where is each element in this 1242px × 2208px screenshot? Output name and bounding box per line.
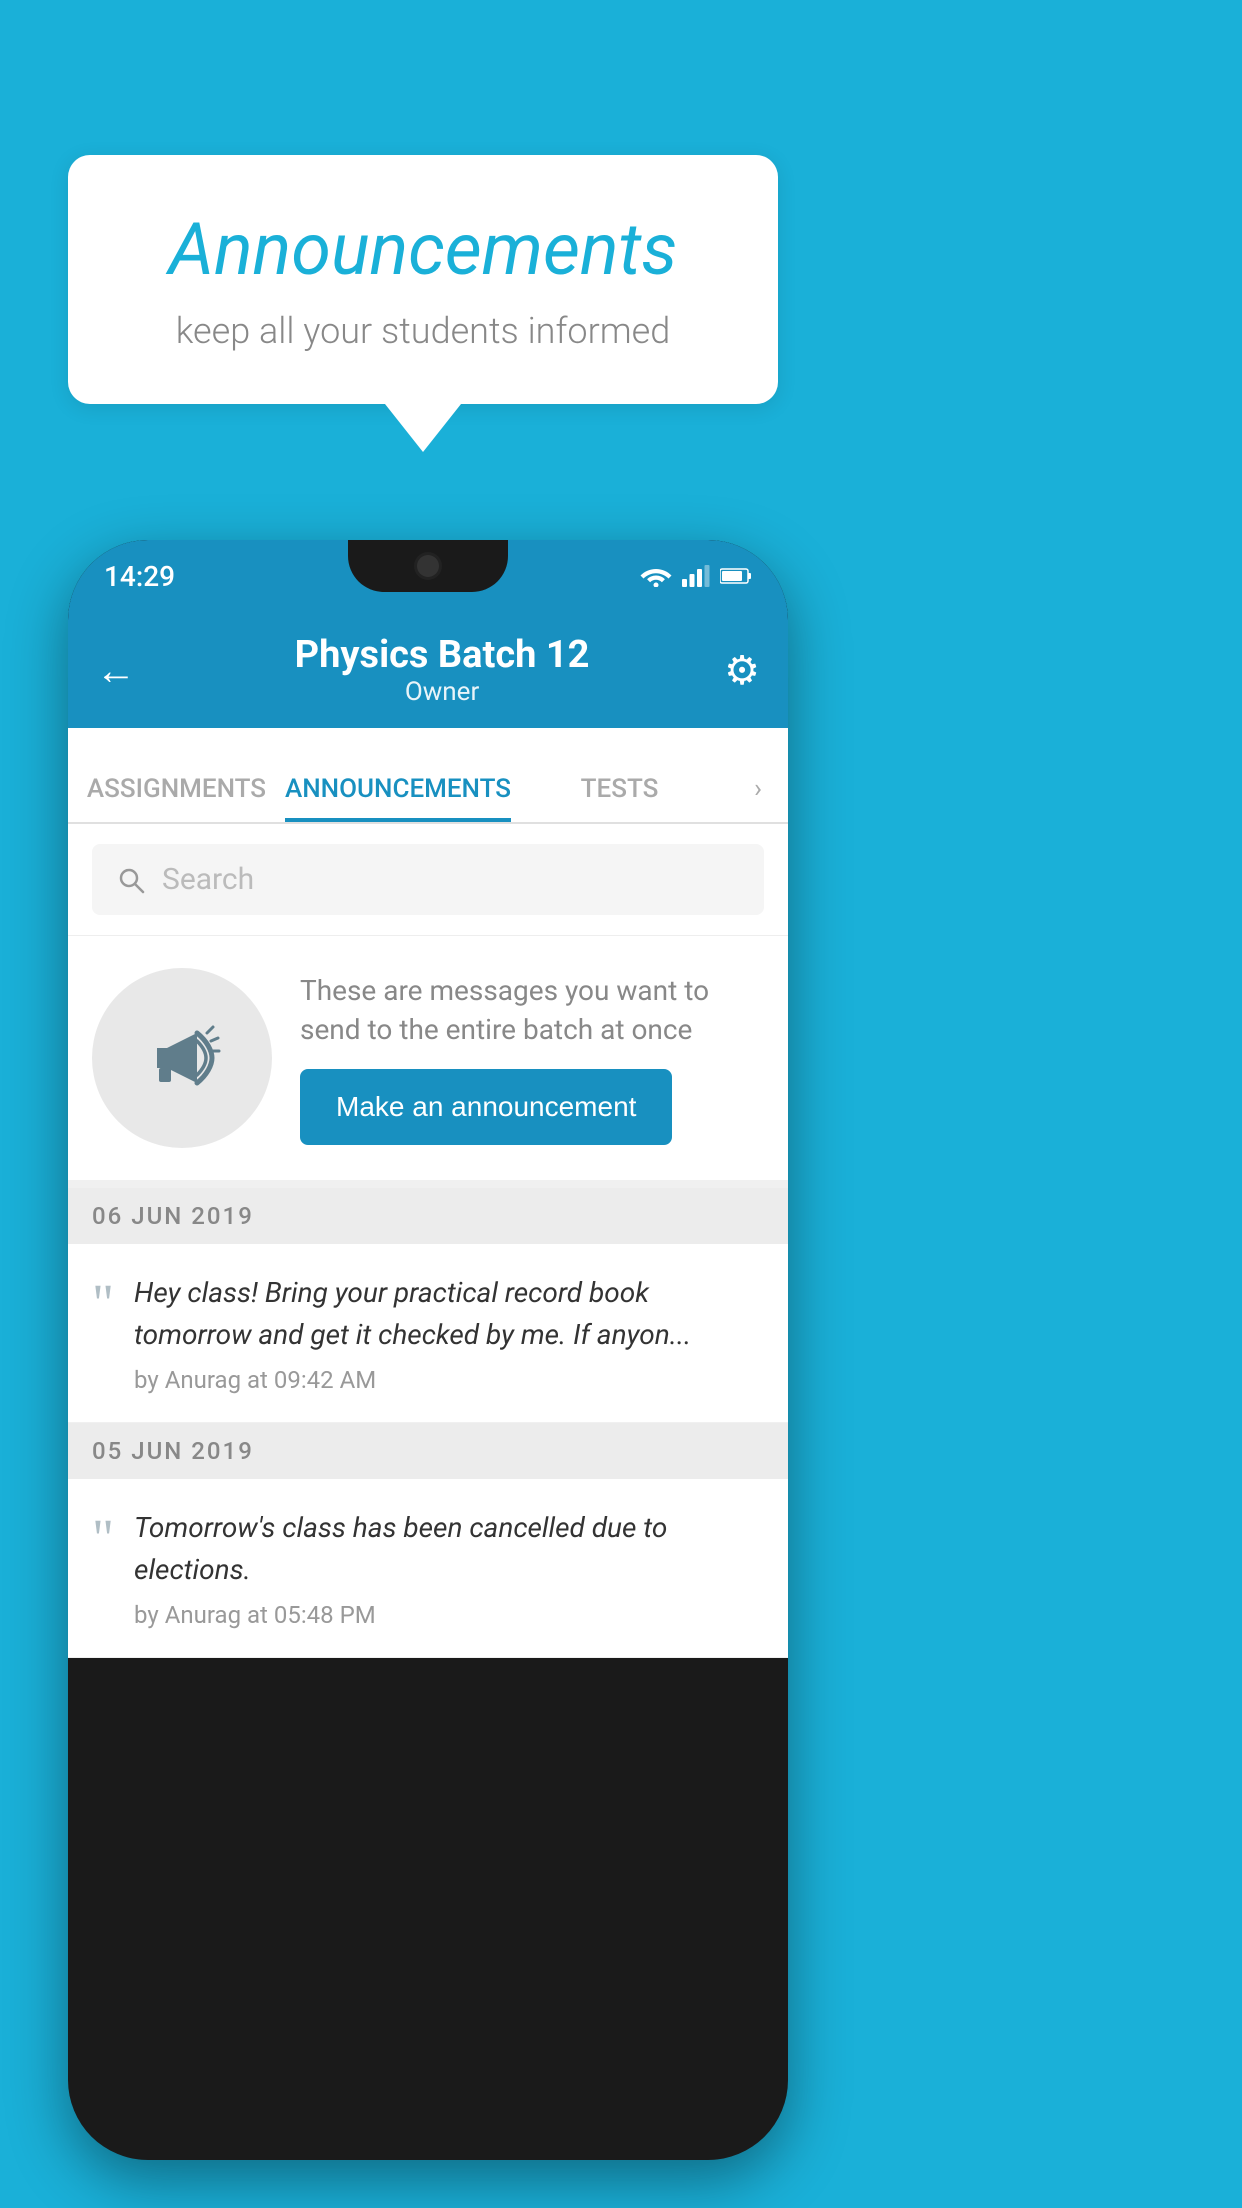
quote-icon-2: " xyxy=(92,1511,114,1565)
announcement-text-2: Tomorrow's class has been cancelled due … xyxy=(134,1507,764,1591)
header-center: Physics Batch 12 Owner xyxy=(160,633,724,707)
tab-assignments[interactable]: ASSIGNMENTS xyxy=(68,774,285,822)
announcement-content-1: Hey class! Bring your practical record b… xyxy=(134,1272,764,1394)
phone-frame: 14:29 xyxy=(68,540,788,2160)
announcement-prompt: These are messages you want to send to t… xyxy=(68,936,788,1188)
notch xyxy=(348,540,508,592)
status-icons xyxy=(640,565,752,587)
date-separator-1: 06 JUN 2019 xyxy=(68,1188,788,1244)
megaphone-icon xyxy=(137,1013,227,1103)
announcement-meta-1: by Anurag at 09:42 AM xyxy=(134,1366,764,1394)
status-bar: 14:29 xyxy=(68,540,788,612)
announcement-right: These are messages you want to send to t… xyxy=(300,971,764,1145)
announcement-text-1: Hey class! Bring your practical record b… xyxy=(134,1272,764,1356)
announcement-meta-2: by Anurag at 05:48 PM xyxy=(134,1601,764,1629)
speech-bubble-container: Announcements keep all your students inf… xyxy=(68,155,778,452)
megaphone-circle xyxy=(92,968,272,1148)
speech-bubble-pointer xyxy=(385,404,461,452)
speech-bubble: Announcements keep all your students inf… xyxy=(68,155,778,404)
header-subtitle: Owner xyxy=(160,677,724,707)
phone-screen: 14:29 xyxy=(68,540,788,2160)
search-container: Search xyxy=(68,824,788,936)
announcement-item-2[interactable]: " Tomorrow's class has been cancelled du… xyxy=(68,1479,788,1658)
header-title: Physics Batch 12 xyxy=(160,633,724,677)
announcement-description: These are messages you want to send to t… xyxy=(300,971,764,1049)
search-placeholder: Search xyxy=(162,862,254,897)
speech-bubble-subtitle: keep all your students informed xyxy=(116,310,730,352)
search-icon xyxy=(116,865,146,895)
tab-announcements[interactable]: ANNOUNCEMENTS xyxy=(285,774,511,822)
tab-more[interactable]: › xyxy=(728,774,788,822)
date-separator-2: 05 JUN 2019 xyxy=(68,1423,788,1479)
quote-icon-1: " xyxy=(92,1276,114,1330)
search-bar[interactable]: Search xyxy=(92,844,764,915)
speech-bubble-title: Announcements xyxy=(116,207,730,292)
signal-icon xyxy=(682,565,710,587)
tabs-bar: ASSIGNMENTS ANNOUNCEMENTS TESTS › xyxy=(68,728,788,824)
wifi-icon xyxy=(640,565,672,587)
battery-icon xyxy=(720,567,752,585)
announcement-content-2: Tomorrow's class has been cancelled due … xyxy=(134,1507,764,1629)
tab-tests[interactable]: TESTS xyxy=(511,774,728,822)
camera xyxy=(417,555,439,577)
make-announcement-button[interactable]: Make an announcement xyxy=(300,1069,672,1145)
back-button[interactable]: ← xyxy=(96,647,136,694)
settings-button[interactable]: ⚙ xyxy=(724,647,760,694)
announcement-item-1[interactable]: " Hey class! Bring your practical record… xyxy=(68,1244,788,1423)
app-header: ← Physics Batch 12 Owner ⚙ xyxy=(68,612,788,728)
status-time: 14:29 xyxy=(104,560,175,593)
